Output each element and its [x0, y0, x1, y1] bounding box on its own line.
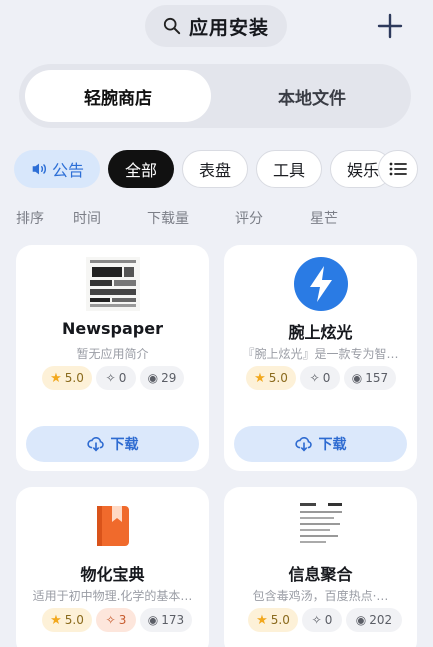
- eye-icon: ◉: [351, 371, 363, 385]
- app-card-physics-chemistry[interactable]: 物化宝典 适用于初中物理.化学的基本… ★ 5.0 ✧ 3 ◉ 173: [16, 487, 209, 647]
- sort-time[interactable]: 时间: [73, 208, 101, 228]
- header: 应用安装: [0, 0, 433, 58]
- tab-store[interactable]: 轻腕商店: [25, 70, 211, 122]
- notice-chip[interactable]: 公告: [14, 150, 100, 188]
- info-feed-app-icon: [294, 499, 348, 553]
- list-view-button[interactable]: [378, 150, 418, 188]
- cloud-download-icon: [86, 436, 104, 452]
- likes-value: 0: [118, 371, 127, 385]
- app-stats: ★ 5.0 ✧ 3 ◉ 173: [16, 608, 209, 632]
- title-search-pill[interactable]: 应用安装: [145, 5, 287, 47]
- app-name: 物化宝典: [80, 565, 145, 584]
- app-name: 腕上炫光: [288, 323, 353, 342]
- app-desc: 『腕上炫光』是一款专为智…: [242, 347, 399, 361]
- app-stats: ★ 5.0 ✧ 0 ◉ 157: [224, 366, 417, 390]
- app-name: Newspaper: [62, 319, 163, 338]
- star-icon: ★: [50, 370, 62, 386]
- rating-value: 5.0: [64, 613, 84, 627]
- downloads-badge: ◉ 202: [346, 608, 402, 632]
- filter-dial[interactable]: 表盘: [182, 150, 248, 188]
- sort-label: 排序: [16, 211, 44, 227]
- app-stats: ★ 5.0 ✧ 0 ◉ 202: [224, 608, 417, 632]
- tab-local-files[interactable]: 本地文件: [219, 70, 405, 122]
- rating-badge: ★ 5.0: [42, 366, 92, 390]
- app-desc: 暂无应用简介: [76, 347, 149, 361]
- download-button[interactable]: 下载: [26, 426, 199, 462]
- app-card-newspaper[interactable]: Newspaper 暂无应用简介 ★ 5.0 ✧ 0 ◉ 29 下载: [16, 245, 209, 471]
- notice-chip-label: 公告: [51, 161, 84, 180]
- sparkle-icon: ✧: [105, 613, 116, 627]
- lightning-app-icon: [294, 257, 348, 311]
- sort-stars[interactable]: 星芒: [310, 208, 338, 228]
- downloads-value: 29: [161, 371, 177, 385]
- rating-value: 5.0: [64, 371, 84, 385]
- downloads-value: 173: [161, 613, 185, 627]
- filter-tool[interactable]: 工具: [256, 150, 322, 188]
- rating-badge: ★ 5.0: [248, 608, 298, 632]
- eye-icon: ◉: [147, 371, 159, 385]
- likes-value: 0: [324, 613, 333, 627]
- downloads-badge: ◉ 157: [344, 366, 396, 390]
- rating-value: 5.0: [270, 613, 290, 627]
- sparkle-icon: ✧: [309, 371, 320, 385]
- downloads-value: 157: [365, 371, 389, 385]
- cloud-download-icon: [294, 436, 312, 452]
- downloads-value: 202: [369, 613, 393, 627]
- eye-icon: ◉: [147, 613, 159, 627]
- star-icon: ★: [254, 370, 266, 386]
- sort-rating[interactable]: 评分: [235, 208, 263, 228]
- app-desc: 适用于初中物理.化学的基本…: [32, 589, 193, 603]
- likes-value: 0: [322, 371, 331, 385]
- rating-value: 5.0: [268, 371, 288, 385]
- speaker-icon: [32, 163, 47, 175]
- search-icon: [163, 17, 181, 35]
- likes-value: 3: [118, 613, 127, 627]
- sort-row: 排序 时间 下载量 评分 星芒: [0, 208, 433, 230]
- app-desc: 包含毒鸡汤，百度热点·…: [252, 589, 389, 603]
- filter-all[interactable]: 全部: [108, 150, 174, 188]
- likes-badge: ✧ 0: [96, 366, 136, 390]
- rating-badge: ★ 5.0: [42, 608, 92, 632]
- app-stats: ★ 5.0 ✧ 0 ◉ 29: [16, 366, 209, 390]
- download-label: 下载: [110, 437, 139, 453]
- sparkle-icon: ✧: [311, 613, 322, 627]
- rating-badge: ★ 5.0: [246, 366, 296, 390]
- source-segmented-control: 轻腕商店 本地文件: [19, 64, 411, 128]
- download-button[interactable]: 下载: [234, 426, 407, 462]
- likes-badge: ✧ 3: [96, 608, 136, 632]
- list-icon: [389, 162, 407, 176]
- star-icon: ★: [256, 612, 268, 628]
- app-name: 信息聚合: [288, 565, 353, 584]
- app-card-wrist-glow[interactable]: 腕上炫光 『腕上炫光』是一款专为智… ★ 5.0 ✧ 0 ◉ 157 下载: [224, 245, 417, 471]
- newspaper-app-icon: [86, 257, 140, 311]
- likes-badge: ✧ 0: [302, 608, 342, 632]
- likes-badge: ✧ 0: [300, 366, 340, 390]
- sparkle-icon: ✧: [105, 371, 116, 385]
- page-title: 应用安装: [188, 16, 269, 39]
- downloads-badge: ◉ 173: [140, 608, 192, 632]
- star-icon: ★: [50, 612, 62, 628]
- download-label: 下载: [318, 437, 347, 453]
- sort-downloads[interactable]: 下载量: [147, 208, 189, 228]
- eye-icon: ◉: [355, 613, 367, 627]
- filter-chips: 公告 全部 表盘 工具 娱乐: [0, 150, 433, 190]
- downloads-badge: ◉ 29: [140, 366, 184, 390]
- book-app-icon: [97, 506, 129, 546]
- plus-icon[interactable]: [376, 12, 404, 40]
- app-card-info-aggregator[interactable]: 信息聚合 包含毒鸡汤，百度热点·… ★ 5.0 ✧ 0 ◉ 202: [224, 487, 417, 647]
